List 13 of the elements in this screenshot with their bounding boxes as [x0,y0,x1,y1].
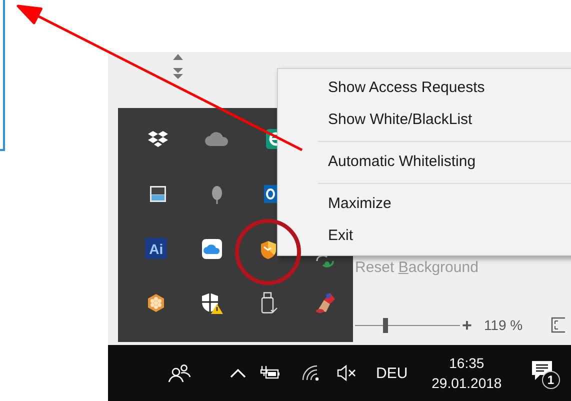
menu-item[interactable]: Exit [278,220,571,252]
language-indicator[interactable]: DEU [376,366,408,380]
clock-time: 16:35 [449,356,484,370]
zoom-percent: 119 % [484,318,523,332]
menu-item[interactable]: Maximize [278,188,571,220]
app-tile[interactable]: Ai [145,238,168,259]
clock[interactable]: 16:35 29.01.2018 [424,356,509,390]
notification-count-badge: 1 [542,371,560,389]
zoom-in-button[interactable]: + [462,316,472,334]
menu-item[interactable]: Show Access Requests [278,72,571,104]
clock-date: 29.01.2018 [432,376,502,390]
menu-item[interactable]: Show White/BlackList [278,104,571,136]
menu-item[interactable]: Automatic Whitelisting [278,146,571,178]
